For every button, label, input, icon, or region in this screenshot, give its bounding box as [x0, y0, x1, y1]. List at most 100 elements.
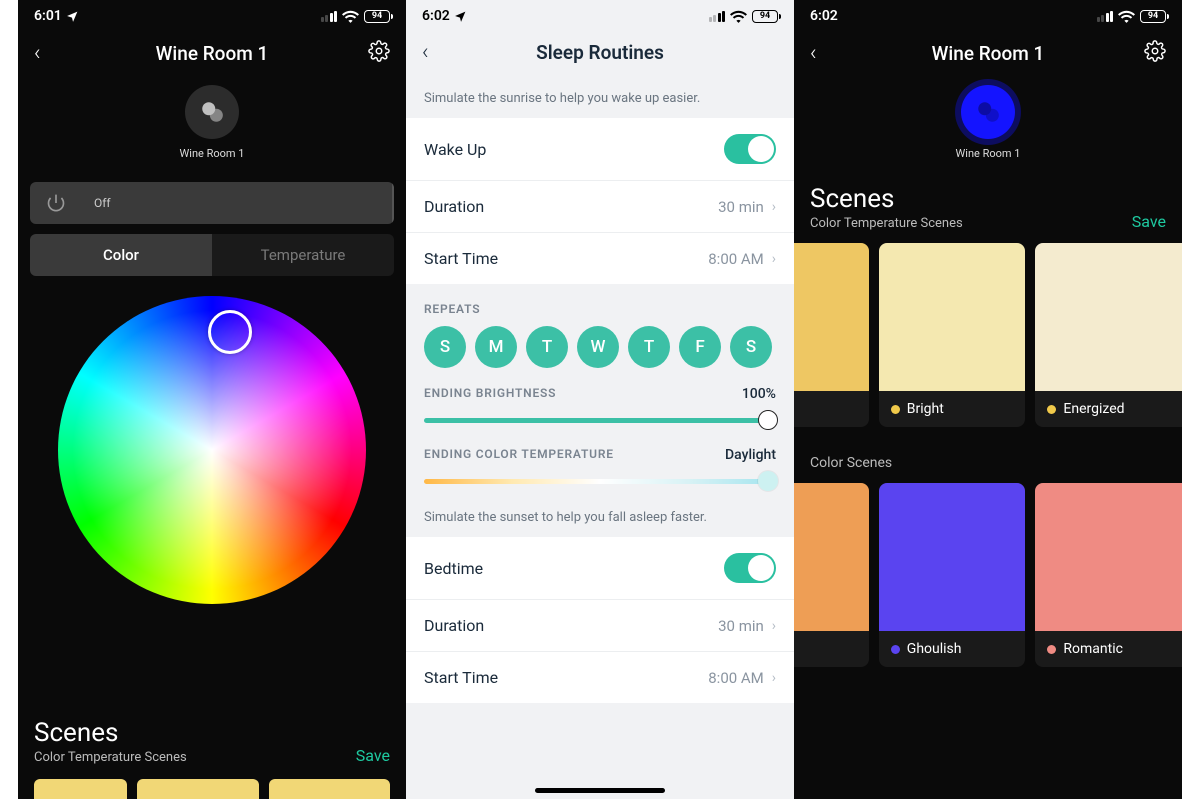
power-slider[interactable]: Off	[30, 182, 394, 224]
location-icon	[66, 10, 79, 23]
color-temp-slider[interactable]	[424, 479, 776, 484]
cell-signal-icon	[709, 11, 726, 22]
status-time: 6:02	[422, 8, 450, 24]
scene-card-romantic[interactable]: Romantic	[1035, 483, 1182, 667]
bed-duration-label: Duration	[424, 616, 484, 635]
status-bar: 6:01 94	[18, 0, 406, 28]
battery-icon: 94	[1140, 10, 1166, 23]
scene-thumb[interactable]	[34, 779, 127, 799]
day-sat[interactable]: S	[730, 326, 772, 368]
status-time: 6:02	[810, 8, 838, 24]
wake-hint: Simulate the sunrise to help you wake up…	[406, 77, 794, 118]
day-mon[interactable]: M	[475, 326, 517, 368]
battery-icon: 94	[752, 10, 778, 23]
day-sun[interactable]: S	[424, 326, 466, 368]
scene-name: Romantic	[1063, 641, 1123, 657]
scene-card-energized[interactable]: Energized	[1035, 243, 1182, 427]
back-button[interactable]: ‹	[34, 41, 58, 66]
scene-card-partial[interactable]	[794, 483, 869, 667]
wake-duration-value: 30 min	[718, 198, 764, 216]
power-state-label: Off	[82, 182, 394, 224]
save-button[interactable]: Save	[356, 746, 390, 765]
scene-swatch	[1035, 483, 1182, 631]
bulb-group-icon	[975, 99, 1001, 125]
brightness-label: ENDING BRIGHTNESS	[424, 386, 556, 402]
scenes-subheading: Color Temperature Scenes	[34, 750, 187, 765]
scene-dot	[1047, 645, 1056, 654]
scene-thumb[interactable]	[137, 779, 258, 799]
color-picker-handle[interactable]	[208, 310, 252, 354]
chevron-right-icon: ›	[772, 199, 776, 215]
gear-icon	[1144, 40, 1166, 62]
color-temp-slider-thumb[interactable]	[758, 471, 778, 491]
room-icon-button[interactable]	[185, 85, 239, 139]
scene-swatch	[1035, 243, 1182, 391]
settings-button[interactable]	[366, 40, 390, 67]
color-wheel[interactable]	[58, 296, 366, 604]
scene-name: Bright	[907, 401, 944, 417]
back-button[interactable]: ‹	[810, 41, 834, 66]
wake-up-label: Wake Up	[424, 140, 486, 159]
scene-name: Ghoulish	[907, 641, 962, 657]
wifi-icon	[1118, 10, 1135, 23]
repeat-days: S M T W T F S	[406, 326, 794, 374]
battery-icon: 94	[364, 10, 390, 23]
bedtime-label: Bedtime	[424, 559, 483, 578]
scene-swatch	[794, 483, 869, 631]
scene-swatch	[879, 243, 1026, 391]
scene-thumb[interactable]	[269, 779, 390, 799]
chevron-right-icon: ›	[772, 251, 776, 267]
tab-temperature[interactable]: Temperature	[212, 234, 394, 276]
page-title: Sleep Routines	[446, 41, 754, 64]
bed-duration-value: 30 min	[718, 617, 764, 635]
cell-signal-icon	[1097, 11, 1114, 22]
wifi-icon	[342, 10, 359, 23]
brightness-slider[interactable]	[424, 418, 776, 423]
scene-name: Energized	[1063, 401, 1124, 417]
save-button[interactable]: Save	[1132, 212, 1166, 231]
bedtime-toggle[interactable]	[724, 553, 776, 583]
ct-label: ENDING COLOR TEMPERATURE	[424, 447, 614, 463]
scene-swatch	[879, 483, 1026, 631]
status-bar: 6:02 94	[406, 0, 794, 28]
wake-start-label: Start Time	[424, 249, 498, 268]
wifi-icon	[730, 10, 747, 23]
wake-up-toggle[interactable]	[724, 134, 776, 164]
bed-start-value: 8:00 AM	[708, 669, 764, 687]
location-icon	[454, 10, 467, 23]
scenes-subheading: Color Temperature Scenes	[810, 216, 963, 231]
scene-card-ghoulish[interactable]: Ghoulish	[879, 483, 1026, 667]
screen-color-picker: 6:01 94 ‹ Wine Room 1 Wine Room 1 Off Co…	[18, 0, 406, 799]
bed-duration-row[interactable]: Duration 30 min ›	[406, 600, 794, 652]
day-fri[interactable]: F	[679, 326, 721, 368]
ct-value: Daylight	[725, 447, 776, 463]
scene-card-partial[interactable]	[794, 243, 869, 427]
status-bar: 6:02 94	[794, 0, 1182, 28]
power-button[interactable]	[30, 182, 82, 224]
power-icon	[46, 193, 66, 213]
scenes-heading: Scenes	[34, 718, 187, 748]
tab-color[interactable]: Color	[30, 234, 212, 276]
bulb-group-icon	[199, 99, 225, 125]
screen-sleep-routines: 6:02 94 ‹ Sleep Routines Simulate the su…	[406, 0, 794, 799]
bed-start-row[interactable]: Start Time 8:00 AM›	[406, 652, 794, 703]
day-tue[interactable]: T	[526, 326, 568, 368]
wake-start-row[interactable]: Start Time 8:00 AM›	[406, 233, 794, 284]
wake-duration-label: Duration	[424, 197, 484, 216]
wake-up-toggle-row: Wake Up	[406, 118, 794, 181]
screen-scenes: 6:02 94 ‹ Wine Room 1 Wine Room 1 Scenes…	[794, 0, 1182, 799]
brightness-slider-thumb[interactable]	[758, 410, 778, 430]
room-icon-button[interactable]	[961, 85, 1015, 139]
cell-signal-icon	[321, 11, 338, 22]
scene-dot	[1047, 405, 1056, 414]
day-thu[interactable]: T	[628, 326, 670, 368]
day-wed[interactable]: W	[577, 326, 619, 368]
room-label: Wine Room 1	[794, 147, 1182, 160]
settings-button[interactable]	[1142, 40, 1166, 67]
back-button[interactable]: ‹	[422, 40, 446, 65]
scene-card-bright[interactable]: Bright	[879, 243, 1026, 427]
page-title: Wine Room 1	[58, 42, 366, 65]
chevron-right-icon: ›	[772, 618, 776, 634]
wake-duration-row[interactable]: Duration 30 min ›	[406, 181, 794, 233]
home-indicator[interactable]	[535, 788, 665, 793]
